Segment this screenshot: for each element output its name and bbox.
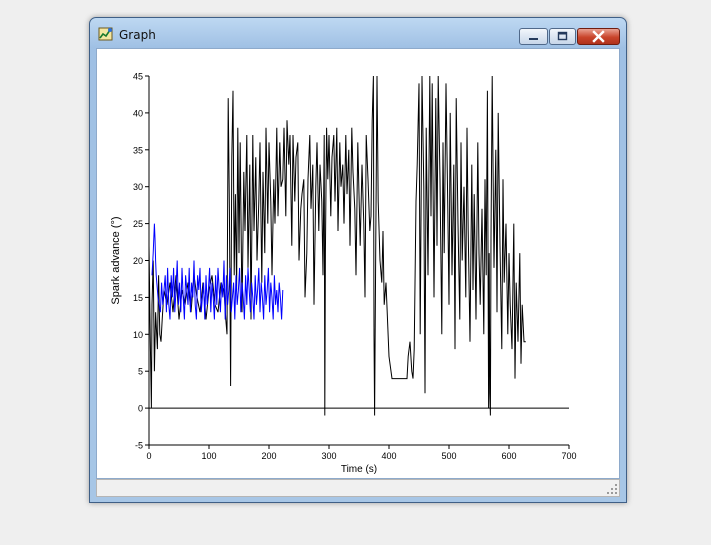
spark-advance-series-blue: [151, 223, 284, 320]
x-axis-label: Time (s): [341, 464, 377, 475]
graph-window: Graph -5 0 5 10 15 20 25 30 35 40 45 0 100 200 300 400 5…: [89, 17, 627, 503]
chart-area: -5 0 5 10 15 20 25 30 35 40 45 0 100 200 300 400 500 600 7…: [96, 48, 620, 479]
minimize-icon: [529, 38, 538, 40]
maximize-button[interactable]: [549, 28, 576, 45]
y-tick-label: 5: [138, 367, 143, 377]
x-tick-label: 600: [501, 451, 516, 461]
x-tick-label: 0: [146, 451, 151, 461]
x-tick-label: 400: [381, 451, 396, 461]
x-tick-label: 300: [321, 451, 336, 461]
resize-grip-icon[interactable]: [606, 483, 618, 495]
y-tick-label: 0: [138, 404, 143, 414]
status-bar: [96, 479, 620, 497]
y-tick-label: -5: [135, 441, 143, 451]
y-tick-label: 20: [133, 256, 143, 266]
y-tick-label: 30: [133, 182, 143, 192]
close-button[interactable]: [577, 28, 620, 45]
title-bar[interactable]: Graph: [90, 18, 626, 48]
maximize-icon: [557, 31, 568, 41]
x-tick-label: 700: [561, 451, 576, 461]
x-tick-label: 200: [261, 451, 276, 461]
y-tick-label: 25: [133, 219, 143, 229]
y-tick-label: 35: [133, 145, 143, 155]
minimize-button[interactable]: [519, 28, 548, 45]
y-tick-label: 15: [133, 293, 143, 303]
y-tick-label: 10: [133, 330, 143, 340]
graph-app-icon: [98, 27, 113, 41]
y-axis-label: Spark advance (°): [110, 216, 122, 304]
y-tick-label: 40: [133, 108, 143, 118]
close-icon: [592, 30, 605, 43]
window-title: Graph: [119, 28, 156, 42]
spark-advance-series-black: [148, 75, 526, 416]
spark-advance-chart: -50510152025303540450 100 200 300 400 500 600 7…: [110, 72, 577, 476]
x-tick-label: 100: [201, 451, 216, 461]
y-tick-label: 45: [133, 72, 143, 82]
x-tick-label: 500: [441, 451, 456, 461]
